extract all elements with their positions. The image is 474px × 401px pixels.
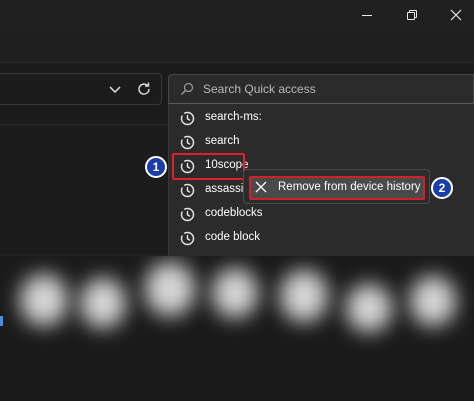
close-icon	[255, 181, 267, 193]
step-badge-1: 1	[145, 156, 167, 178]
thumbnail	[20, 274, 68, 326]
history-item[interactable]: search-ms:	[169, 106, 474, 130]
history-icon	[179, 110, 195, 126]
refresh-icon	[138, 82, 150, 95]
history-item-label: search	[205, 135, 240, 147]
minimize-icon	[362, 14, 372, 16]
search-icon	[181, 82, 194, 95]
history-item[interactable]: search	[169, 130, 474, 154]
search-placeholder: Search Quick access	[203, 82, 316, 96]
history-item-label: search-ms:	[205, 111, 262, 123]
history-icon	[179, 206, 195, 222]
refresh-button[interactable]	[133, 78, 155, 100]
thumbnail	[410, 276, 456, 326]
chevron-down-icon[interactable]	[106, 80, 124, 98]
history-icon	[179, 182, 195, 198]
minimize-button[interactable]	[347, 0, 387, 30]
history-item-label: code block	[205, 231, 260, 243]
restore-icon	[407, 10, 417, 20]
blurred-content-area	[0, 256, 474, 401]
history-icon	[179, 230, 195, 246]
thumbnail	[80, 278, 126, 328]
title-bar	[0, 0, 474, 34]
history-item[interactable]: code block	[169, 226, 474, 250]
highlight-box	[172, 153, 245, 180]
thumbnail	[212, 268, 258, 318]
navigation-pane	[0, 124, 168, 254]
thumbnail	[280, 270, 328, 322]
thumbnail	[145, 262, 195, 316]
history-item-label: codeblocks	[205, 207, 263, 219]
history-icon	[179, 134, 195, 150]
restore-button[interactable]	[392, 0, 432, 30]
close-window-button[interactable]	[436, 0, 474, 30]
close-icon	[450, 9, 462, 21]
selection-edge	[0, 316, 3, 326]
step-badge-2: 2	[431, 177, 453, 199]
history-item[interactable]: codeblocks	[169, 202, 474, 226]
remove-from-history-label: Remove from device history	[278, 181, 421, 193]
file-explorer-window: Search Quick access search-ms: search 10…	[0, 0, 474, 401]
thumbnail	[346, 284, 392, 332]
